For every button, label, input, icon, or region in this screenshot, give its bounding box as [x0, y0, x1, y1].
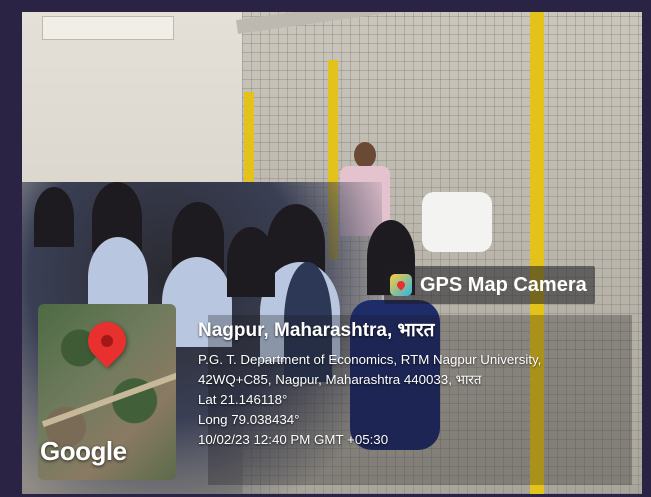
datetime: 10/02/23 12:40 PM GMT +05:30 [198, 432, 389, 447]
gps-camera-app-icon [390, 274, 412, 296]
instructor-head [354, 142, 376, 168]
robot-arm [422, 192, 492, 252]
app-badge: GPS Map Camera [384, 266, 595, 304]
address-line-1: P.G. T. Department of Economics, RTM Nag… [198, 352, 542, 367]
latitude: Lat 21.146118° [198, 392, 288, 407]
address-line-2: 42WQ+C85, Nagpur, Maharashtra 440033, भा… [198, 372, 482, 387]
map-logo: Google [40, 436, 127, 466]
place-name: Nagpur, Maharashtra, भारत [198, 320, 435, 341]
map-pin-dot [101, 335, 113, 347]
ceiling-light [42, 16, 174, 40]
student-head [34, 187, 74, 247]
map-road [41, 366, 176, 428]
screenshot-frame: Google GPS Map Camera Nagpur, Maharashtr… [0, 0, 651, 497]
longitude: Long 79.038434° [198, 412, 300, 427]
app-name: GPS Map Camera [420, 273, 587, 296]
location-info: Nagpur, Maharashtra, भारत P.G. T. Depart… [198, 316, 608, 450]
map-thumbnail: Google [38, 304, 176, 480]
student-head [227, 227, 275, 297]
